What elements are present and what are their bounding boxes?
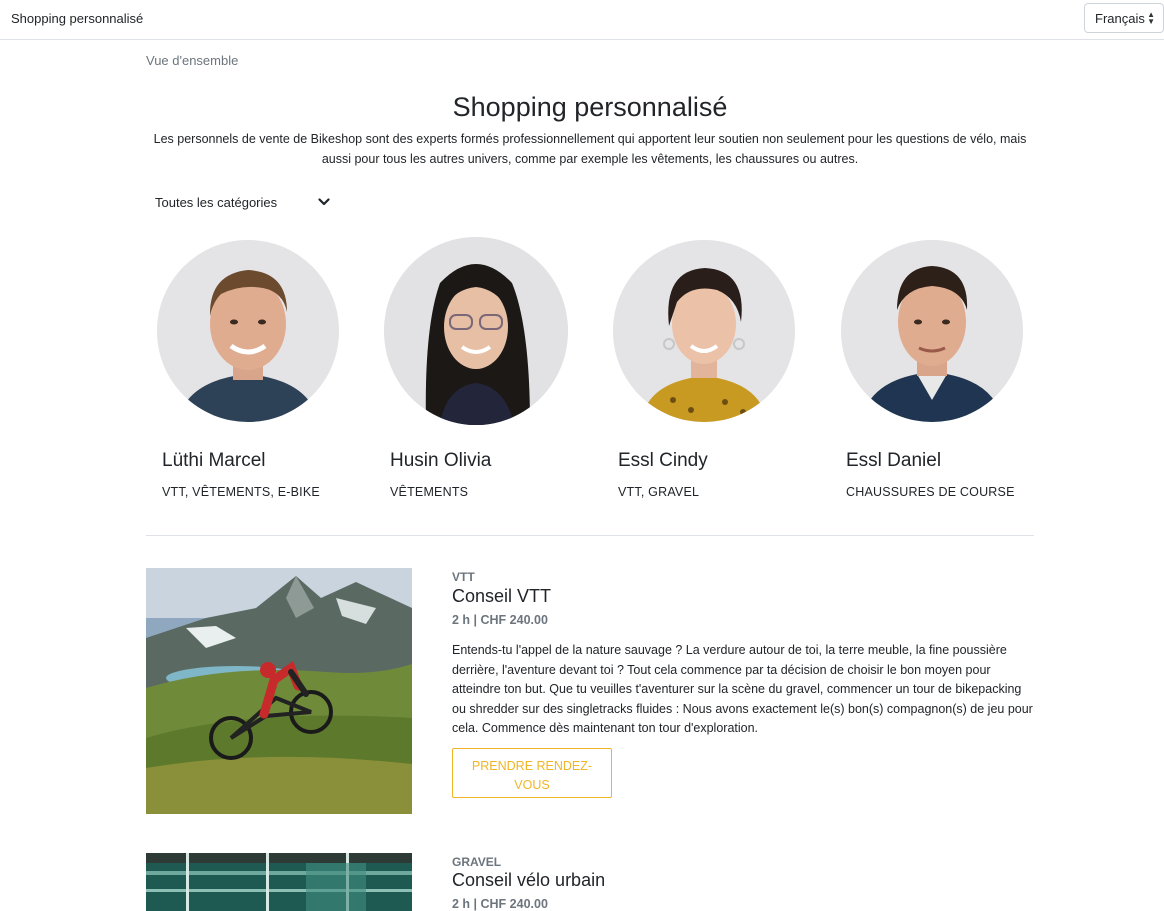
mountain-bike-photo-icon (146, 568, 412, 814)
person-portrait-icon (384, 237, 568, 425)
service-image-urban[interactable] (146, 853, 412, 911)
intro-line-1: Les personnels de vente de Bikeshop sont… (153, 132, 1027, 146)
service-description: Entends-tu l'appel de la nature sauvage … (452, 643, 1033, 735)
person-portrait-icon (841, 240, 1023, 422)
service-title[interactable]: Conseil vélo urbain (452, 870, 605, 891)
avatar-husin-olivia[interactable] (384, 237, 568, 425)
section-divider (146, 535, 1034, 536)
staff-name[interactable]: Lüthi Marcel (162, 450, 266, 472)
intro-text: Les personnels de vente de Bikeshop sont… (146, 129, 1034, 169)
service-title[interactable]: Conseil VTT (452, 586, 551, 607)
brand-title[interactable]: Shopping personnalisé (11, 11, 143, 26)
service-category: GRAVEL (452, 855, 502, 869)
service-duration-price: 2 h | CHF 240.00 (452, 897, 548, 911)
top-navbar: Shopping personnalisé Français ▲ ▼ (0, 0, 1164, 40)
staff-categories: VÊTEMENTS (390, 485, 469, 499)
button-label-line-1: PRENDRE RENDEZ- (471, 759, 593, 773)
book-appointment-button[interactable]: PRENDRE RENDEZ- VOUS (452, 748, 612, 798)
breadcrumb[interactable]: Vue d'ensemble (146, 53, 238, 68)
urban-building-photo-icon (146, 853, 412, 911)
service-image-mtb[interactable] (146, 568, 412, 814)
person-portrait-icon (613, 240, 795, 422)
chevron-down-icon (318, 198, 330, 206)
category-filter-select[interactable]: Toutes les catégories (146, 190, 336, 216)
avatar-essl-cindy[interactable] (613, 240, 795, 422)
person-portrait-icon (157, 240, 339, 422)
staff-categories: VTT, VÊTEMENTS, E-BIKE (162, 485, 320, 499)
staff-name[interactable]: Essl Daniel (846, 450, 941, 472)
category-filter-value: Toutes les catégories (155, 195, 278, 210)
service-category: VTT (452, 570, 475, 584)
intro-line-2: aussi pour tous les autres univers, comm… (321, 152, 859, 166)
button-label-line-2: VOUS (514, 778, 550, 792)
language-select[interactable]: Français ▲ ▼ (1084, 3, 1164, 33)
language-select-value: Français (1095, 11, 1145, 26)
avatar-essl-daniel[interactable] (841, 240, 1023, 422)
page-title: Shopping personnalisé (452, 92, 728, 122)
select-arrows-icon: ▲ ▼ (1147, 10, 1155, 26)
staff-categories: CHAUSSURES DE COURSE (846, 485, 1015, 499)
staff-categories: VTT, GRAVEL (618, 485, 700, 499)
avatar-luthi-marcel[interactable] (157, 240, 339, 422)
staff-name[interactable]: Husin Olivia (390, 450, 491, 472)
service-duration-price: 2 h | CHF 240.00 (452, 613, 548, 627)
staff-name[interactable]: Essl Cindy (618, 450, 708, 472)
